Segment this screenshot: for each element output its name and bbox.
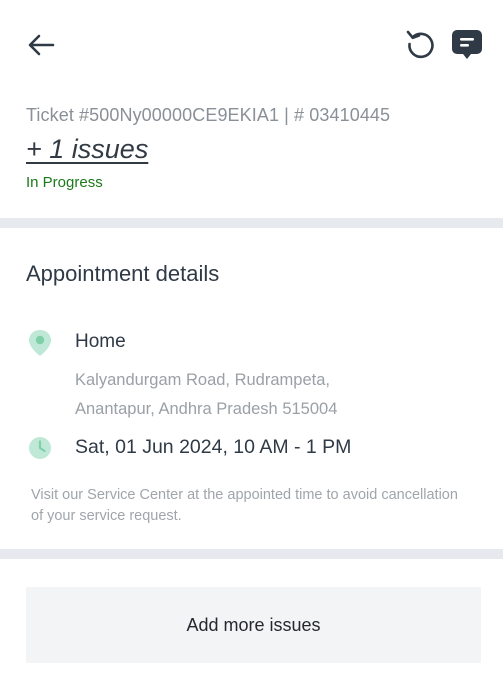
chat-bubble-icon [452,30,482,59]
section-divider [0,218,503,228]
arrow-left-icon [28,34,55,56]
chat-button[interactable] [449,26,485,62]
address-line-2: Anantapur, Andhra Pradesh 515004 [75,400,338,418]
add-more-issues-button[interactable]: Add more issues [26,587,481,663]
clock-icon [29,437,51,459]
back-button[interactable] [22,28,60,62]
top-bar [0,0,503,90]
refresh-icon [406,30,434,59]
ticket-id: Ticket #500Ny00000CE9EKIA1 | # 03410445 [26,105,391,125]
issues-count-link[interactable]: + 1 issues [26,134,148,165]
appointment-title: Appointment details [26,261,220,286]
appointment-notice: Visit our Service Center at the appointe… [31,487,458,524]
location-pin-icon [29,330,51,356]
location-name: Home [75,331,126,352]
appointment-time: Sat, 01 Jun 2024, 10 AM - 1 PM [75,436,352,458]
address-line-1: Kalyandurgam Road, Rudrampeta, [75,371,330,389]
refresh-button[interactable] [402,26,440,62]
ticket-summary: Ticket #500Ny00000CE9EKIA1 | # 03410445 … [0,96,503,218]
ticket-status: In Progress [26,174,103,191]
section-divider [0,549,503,559]
